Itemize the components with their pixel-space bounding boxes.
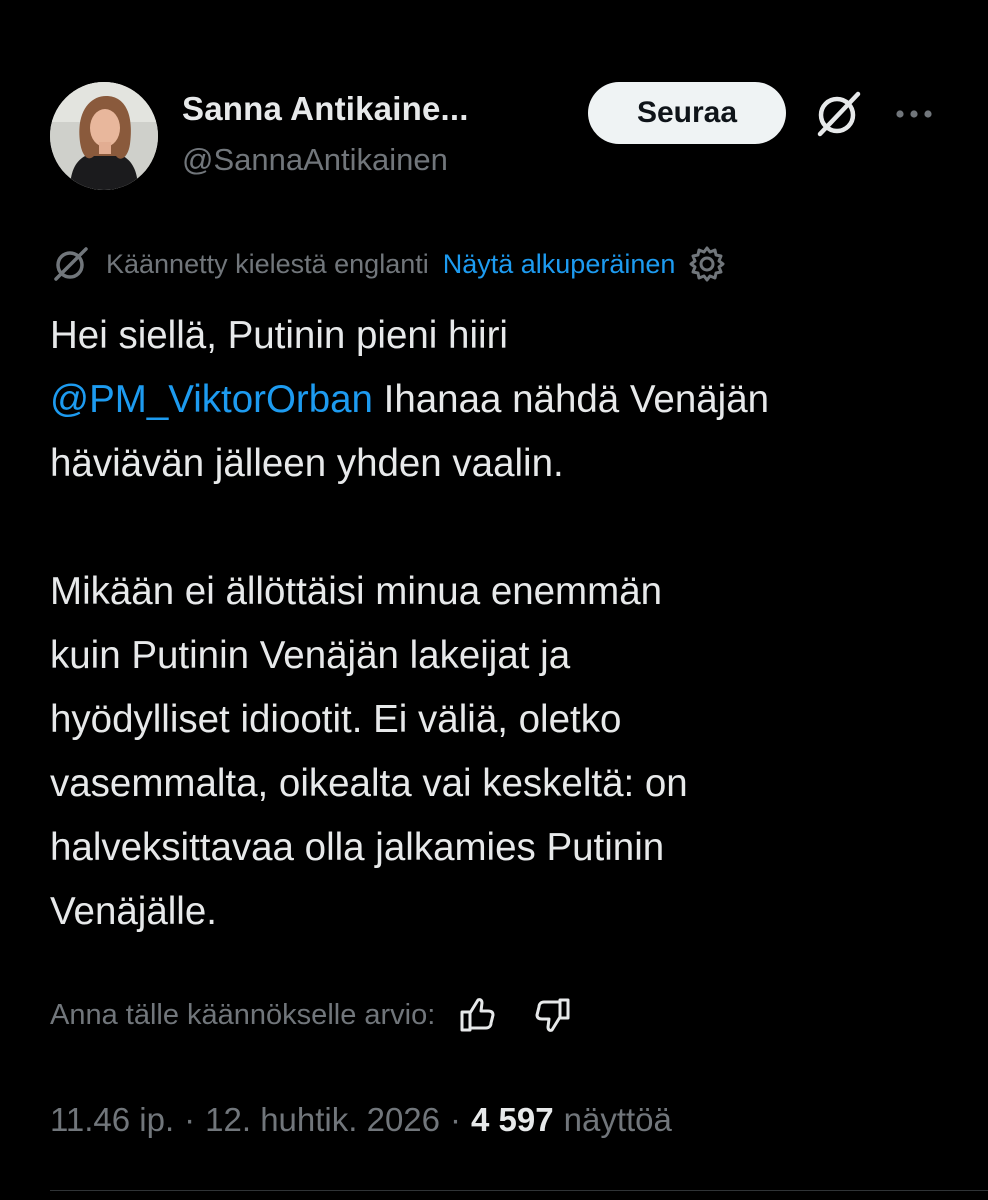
show-original-link[interactable]: Näytä alkuperäinen [443, 249, 676, 280]
grok-icon[interactable] [812, 88, 864, 140]
translation-bar: Käännetty kielestä englanti Näytä alkupe… [50, 238, 727, 290]
tweet-date[interactable]: 12. huhtik. 2026 [205, 1101, 440, 1139]
meta-separator: · [450, 1101, 462, 1138]
thumbs-up-icon[interactable] [457, 994, 499, 1036]
author-display-name[interactable]: Sanna Antikaine... [182, 90, 469, 128]
gear-icon[interactable] [687, 244, 727, 284]
tweet-header: Sanna Antikaine... @SannaAntikainen Seur… [50, 80, 940, 195]
tweet-meta: 11.46 ip. · 12. huhtik. 2026 · 4 597 näy… [50, 1092, 672, 1148]
rating-label: Anna tälle käännökselle arvio: [50, 998, 436, 1031]
divider [50, 1190, 988, 1191]
avatar[interactable] [50, 82, 158, 190]
tweet-text-part: Ihanaa nähdä Venäjän häviävän jälleen yh… [50, 378, 770, 933]
views-count[interactable]: 4 597 [471, 1101, 554, 1139]
tweet-time[interactable]: 11.46 ip. [50, 1101, 174, 1139]
translate-icon [54, 247, 88, 281]
author-handle[interactable]: @SannaAntikainen [182, 142, 469, 178]
meta-separator: · [184, 1101, 196, 1138]
mention-link[interactable]: @PM_ViktorOrban [50, 378, 373, 421]
author-block[interactable]: Sanna Antikaine... @SannaAntikainen [182, 90, 469, 178]
more-icon[interactable] [888, 94, 940, 134]
follow-button[interactable]: Seuraa [588, 82, 786, 144]
views-label[interactable]: näyttöä [564, 1101, 672, 1139]
tweet-text: Hei siellä, Putinin pieni hiiri @PM_Vikt… [50, 304, 950, 944]
translated-from-label: Käännetty kielestä englanti [106, 248, 429, 279]
translation-rating: Anna tälle käännökselle arvio: [50, 990, 573, 1040]
tweet-text-part: Hei siellä, Putinin pieni hiiri [50, 314, 508, 357]
thumbs-down-icon[interactable] [531, 994, 573, 1036]
